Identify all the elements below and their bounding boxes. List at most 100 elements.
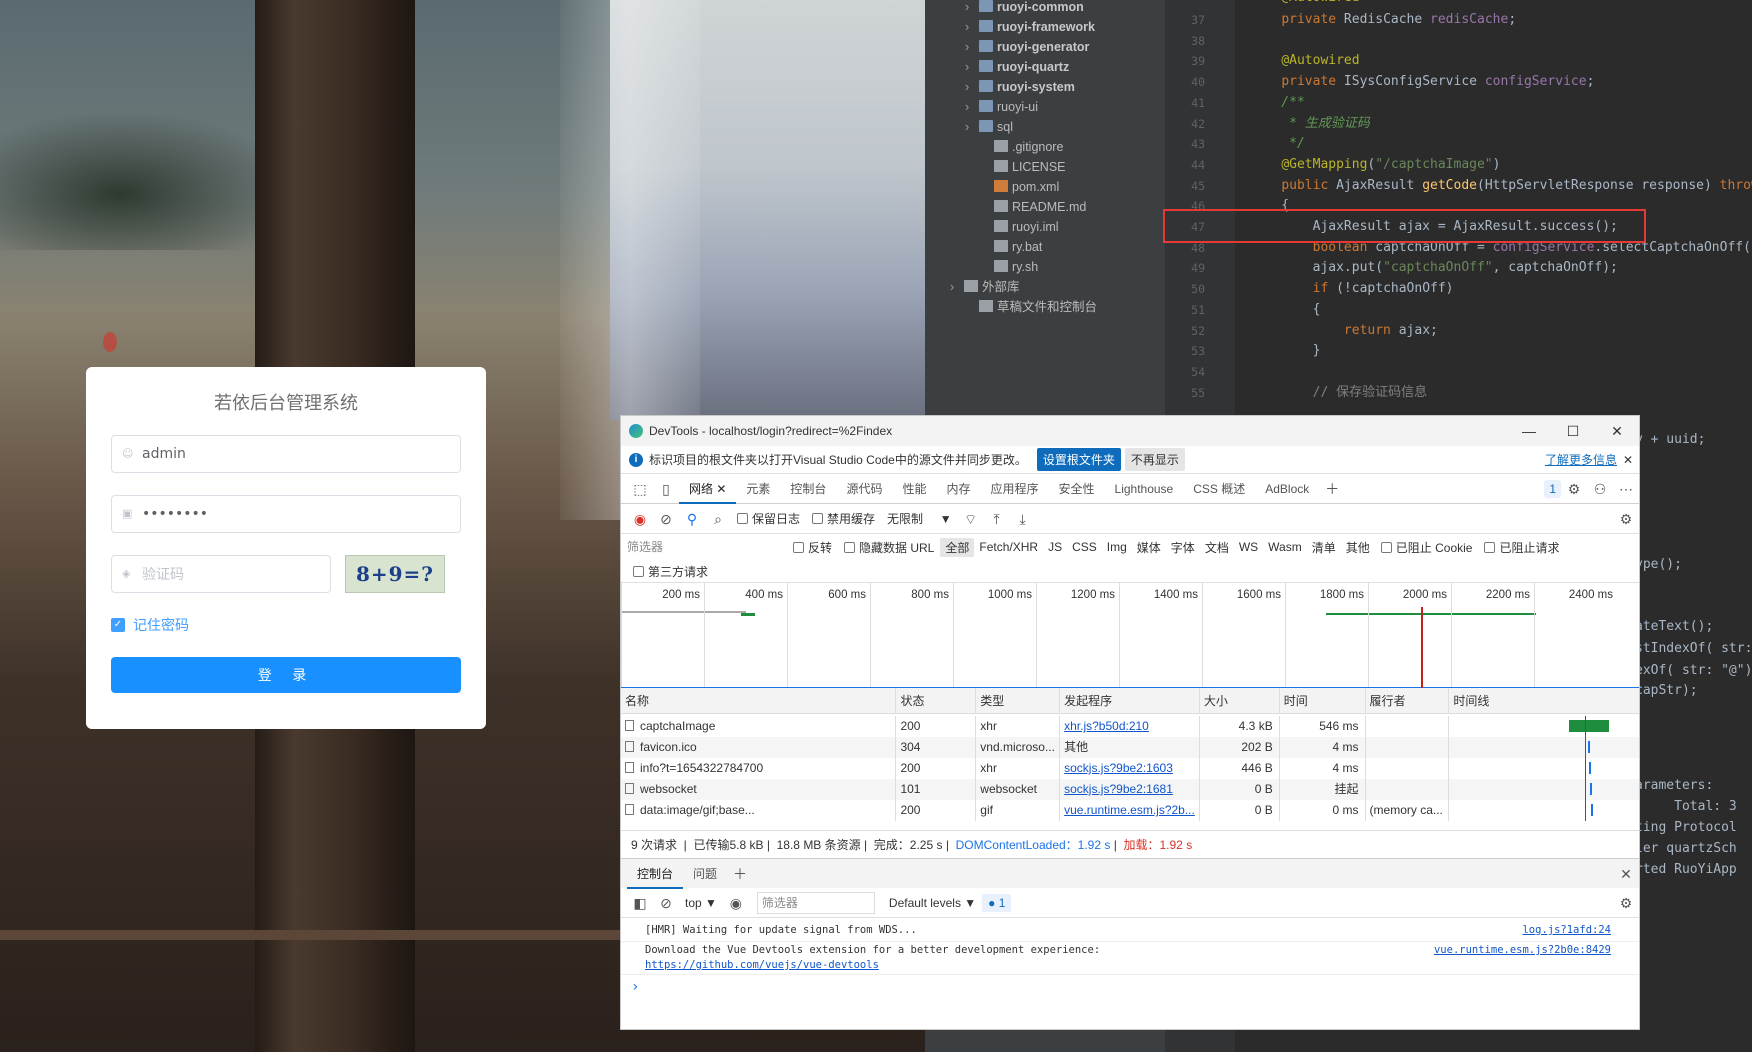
project-tree-item[interactable]: › sql <box>965 117 1013 137</box>
project-tree-item[interactable]: › ruoyi-system <box>965 77 1075 97</box>
record-icon[interactable]: ◉ <box>627 506 653 532</box>
project-tree-item[interactable]: ruoyi.iml <box>980 217 1059 237</box>
col-status[interactable]: 状态 <box>896 688 977 713</box>
network-row[interactable]: info?t=1654322784700 200 xhr sockjs.js?9be2… <box>621 758 1639 779</box>
col-name[interactable]: 名称 <box>621 688 897 713</box>
blocked-cookies-checkbox[interactable]: 已阻止 Cookie <box>1380 539 1472 556</box>
expand-arrow-icon[interactable]: › <box>965 0 979 17</box>
filter-type-js[interactable]: JS <box>1043 539 1067 555</box>
log-levels-select[interactable]: Default levels ▼ <box>883 894 982 912</box>
expand-arrow-icon[interactable]: › <box>965 117 979 137</box>
close-button[interactable]: ✕ <box>1595 416 1639 446</box>
expand-arrow-icon[interactable]: › <box>950 277 964 297</box>
console-sidebar-icon[interactable]: ◧ <box>627 890 653 916</box>
code-line[interactable]: return ajax; <box>1250 321 1438 341</box>
blocked-requests-checkbox[interactable]: 已阻止请求 <box>1484 539 1559 556</box>
tab-css-overview[interactable]: CSS 概述 <box>1183 474 1255 504</box>
captcha-input[interactable]: ◈ 验证码 <box>111 555 331 593</box>
console-line-source[interactable]: log.js?1afd:24 <box>1522 924 1611 936</box>
filter-type-other[interactable]: 其他 <box>1341 538 1375 557</box>
col-initiator[interactable]: 发起程序 <box>1060 688 1200 713</box>
project-tree-item[interactable]: 草稿文件和控制台 <box>965 297 1097 317</box>
project-tree-item[interactable]: .gitignore <box>980 137 1063 157</box>
expand-arrow-icon[interactable]: › <box>965 77 979 97</box>
project-tree-item[interactable]: › ruoyi-ui <box>965 97 1038 117</box>
network-row[interactable]: websocket 101 websocket sockjs.js?9be2:1681… <box>621 779 1639 800</box>
live-expression-eye-icon[interactable]: ◉ <box>723 890 749 916</box>
cell-initiator[interactable]: xhr.js?b50d:210 <box>1060 716 1200 737</box>
clear-icon[interactable]: ⊘ <box>653 506 679 532</box>
context-select[interactable]: top ▼ <box>679 894 723 912</box>
tab-network[interactable]: 网络 ✕ <box>679 474 737 504</box>
set-root-folder-button[interactable]: 设置根文件夹 <box>1036 448 1121 471</box>
hide-data-urls-checkbox[interactable]: 隐藏数据 URL <box>844 539 934 556</box>
filter-type-img[interactable]: Img <box>1102 539 1132 555</box>
project-tree-item[interactable]: › ruoyi-quartz <box>965 57 1069 77</box>
code-line[interactable]: @GetMapping("/captchaImage") <box>1250 155 1500 175</box>
drawer-tab-issues[interactable]: 问题 <box>683 859 727 889</box>
col-waterfall[interactable]: 时间线 <box>1449 688 1639 713</box>
third-party-checkbox[interactable]: 第三方请求 <box>633 563 708 580</box>
drawer-close-icon[interactable]: ✕ <box>1613 861 1639 887</box>
network-row[interactable]: captchaImage 200 xhr xhr.js?b50d:210 4.3 kB 5… <box>621 716 1639 737</box>
inspect-icon[interactable]: ⬚ <box>627 476 653 502</box>
project-tree-item[interactable]: › ruoyi-framework <box>965 17 1095 37</box>
more-options-icon[interactable]: ⋯ <box>1613 476 1639 502</box>
infobar-close-icon[interactable]: ✕ <box>1623 453 1633 467</box>
feedback-icon[interactable]: ⚇ <box>1587 476 1613 502</box>
filter-type-media[interactable]: 媒体 <box>1132 538 1166 557</box>
export-har-icon[interactable]: ⤓ <box>1010 506 1036 532</box>
drawer-add-icon[interactable]: ＋ <box>727 861 753 887</box>
tab-performance[interactable]: 性能 <box>892 474 936 504</box>
code-line[interactable]: { <box>1250 300 1321 320</box>
code-line[interactable]: * 生成验证码 <box>1250 114 1370 134</box>
code-line[interactable]: */ <box>1250 134 1305 154</box>
invert-checkbox[interactable]: 反转 <box>793 539 832 556</box>
network-settings-icon[interactable]: ⚙ <box>1613 506 1639 532</box>
filter-type-ws[interactable]: WS <box>1234 539 1263 555</box>
network-row[interactable]: data:image/gif;base... 200 gif vue.runtime.… <box>621 800 1639 821</box>
code-line[interactable]: private ISysConfigService configService; <box>1250 72 1594 92</box>
code-line[interactable]: @Autowired <box>1250 51 1359 71</box>
filter-type-all[interactable]: 全部 <box>940 537 975 557</box>
project-tree-item[interactable]: ry.sh <box>980 257 1038 277</box>
code-line[interactable]: if (!captchaOnOff) <box>1250 279 1454 299</box>
captcha-image[interactable]: 8+9=? <box>345 555 445 593</box>
cell-initiator[interactable]: sockjs.js?9be2:1681 <box>1060 779 1200 800</box>
console-issues-badge[interactable]: ● 1 <box>982 893 1012 912</box>
issues-badge[interactable]: 1 <box>1544 479 1561 498</box>
username-field[interactable]: ☺ admin <box>111 435 461 473</box>
login-button[interactable]: 登 录 <box>111 657 461 693</box>
console-line-source[interactable]: vue.runtime.esm.js?2b0e:8429 <box>1434 944 1611 956</box>
col-fulfilled-by[interactable]: 履行者 <box>1366 688 1450 713</box>
tab-application[interactable]: 应用程序 <box>980 474 1048 504</box>
console-link[interactable]: https://github.com/vuejs/vue-devtools <box>645 959 879 971</box>
expand-arrow-icon[interactable]: › <box>965 57 979 77</box>
tab-adblock[interactable]: AdBlock <box>1255 474 1319 504</box>
filter-type-wasm[interactable]: Wasm <box>1263 539 1307 555</box>
remember-password-checkbox[interactable]: ✓ 记住密码 <box>111 615 461 635</box>
code-line[interactable]: /** <box>1250 93 1305 113</box>
cell-initiator[interactable]: sockjs.js?9be2:1603 <box>1060 758 1200 779</box>
tab-security[interactable]: 安全性 <box>1049 474 1105 504</box>
search-icon[interactable]: ⌕ <box>705 506 731 532</box>
project-tree-item[interactable]: › ruoyi-generator <box>965 37 1089 57</box>
gear-icon[interactable]: ⚙ <box>1561 476 1587 502</box>
filter-icon[interactable]: ⚲ <box>679 506 705 532</box>
tab-lighthouse[interactable]: Lighthouse <box>1105 474 1184 504</box>
password-field[interactable]: ▣ •••••••• <box>111 495 461 533</box>
maximize-button[interactable]: ☐ <box>1551 416 1595 446</box>
expand-arrow-icon[interactable]: › <box>965 37 979 57</box>
tab-sources[interactable]: 源代码 <box>836 474 892 504</box>
tab-elements[interactable]: 元素 <box>736 474 780 504</box>
disable-cache-checkbox[interactable]: 禁用缓存 <box>812 510 875 527</box>
learn-more-link[interactable]: 了解更多信息 <box>1545 451 1617 468</box>
col-type[interactable]: 类型 <box>976 688 1061 713</box>
dont-show-again-button[interactable]: 不再显示 <box>1124 448 1185 471</box>
project-tree-item[interactable]: README.md <box>980 197 1086 217</box>
project-tree-item[interactable]: › 外部库 <box>950 277 1020 297</box>
code-line[interactable]: public AjaxResult getCode(HttpServletRes… <box>1250 176 1752 196</box>
preserve-log-checkbox[interactable]: 保留日志 <box>737 510 800 527</box>
filter-type-css[interactable]: CSS <box>1067 539 1102 555</box>
code-line[interactable]: @Autowired <box>1250 0 1359 8</box>
